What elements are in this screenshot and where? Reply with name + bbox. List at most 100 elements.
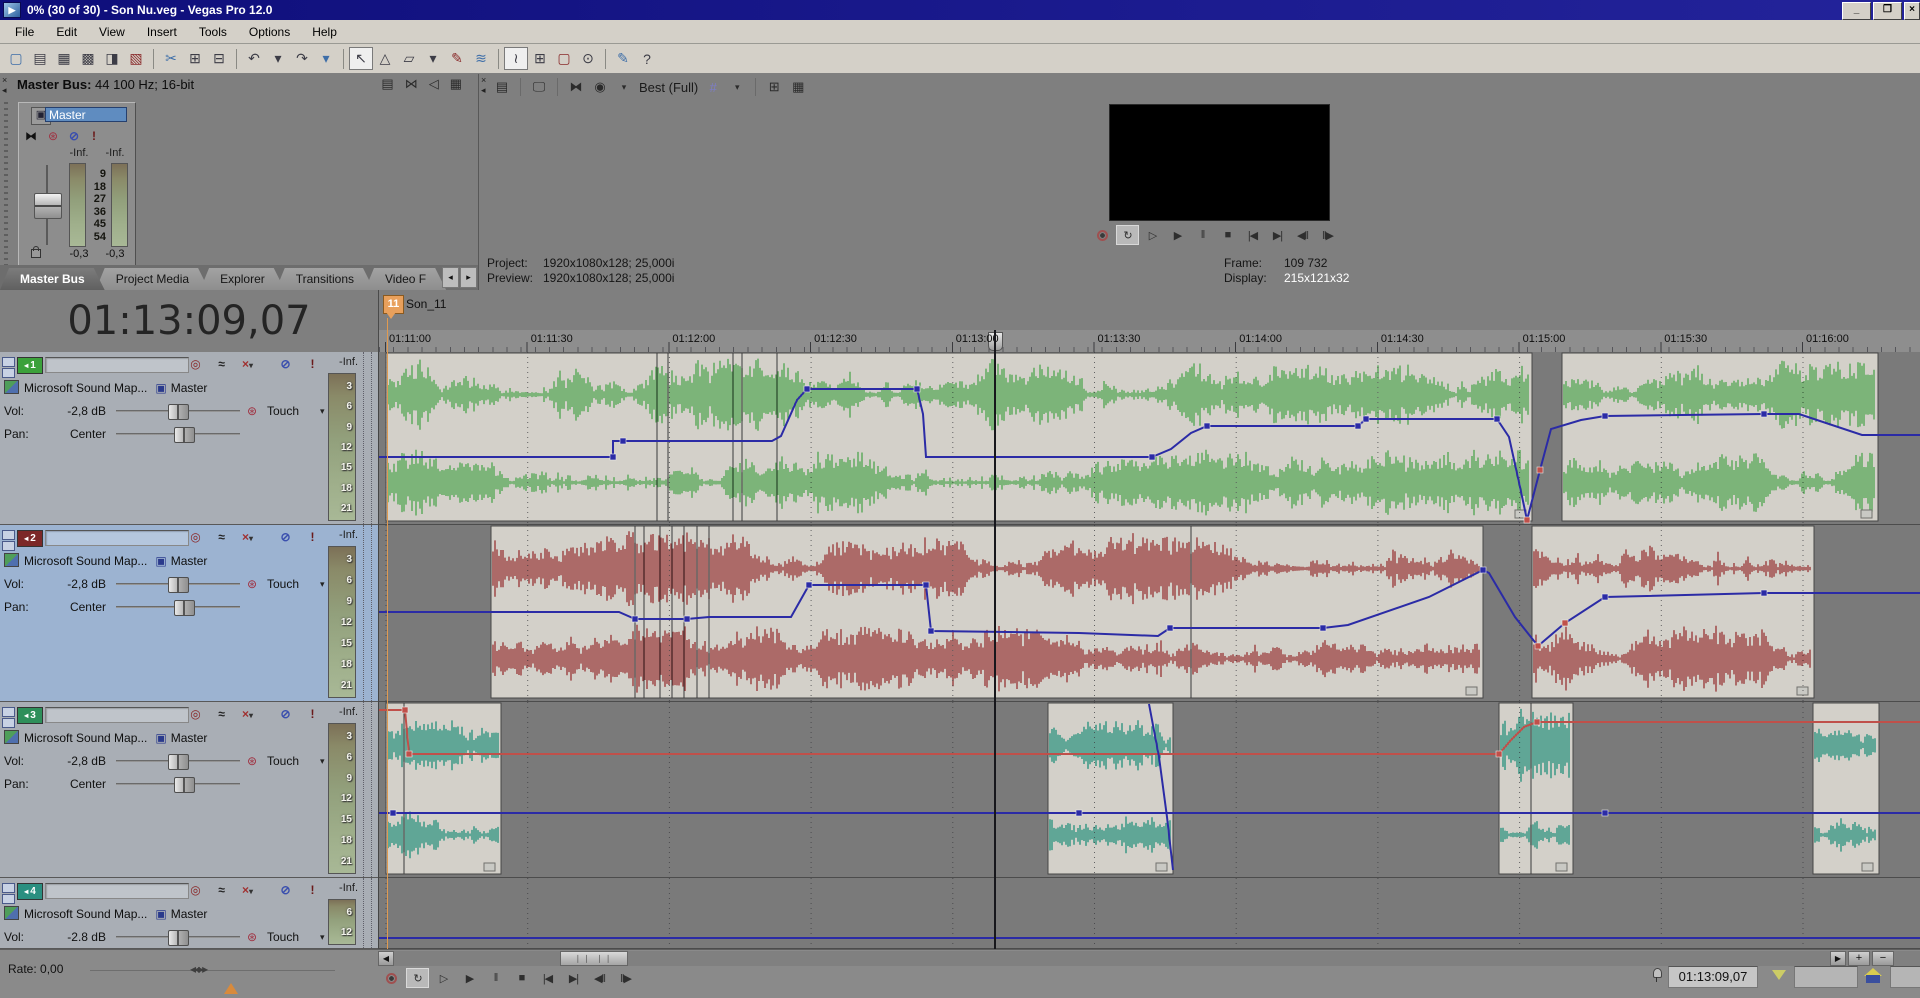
automation-settings-icon[interactable]: ⊛ [247,930,257,944]
selection-edit-dropdown-icon[interactable]: ▾ [421,47,445,70]
pen-tool-icon[interactable]: ✎ [611,47,635,70]
arm-record-button[interactable]: ◎ [186,882,205,899]
envelope-node[interactable] [1149,454,1155,460]
bus-name[interactable]: Master [171,554,208,568]
track-header-4[interactable]: ◂4 ◎ ≈ ×▾ ⊘ ! -Inf. 612 Microsoft Sound … [0,878,378,949]
selection-start-box[interactable] [1794,966,1858,988]
envelope-node[interactable] [1320,625,1326,631]
track-maximize-button[interactable] [2,894,15,904]
horizontal-scrollbar[interactable]: ◀ ❘❘ ❘❘ ▶ + − [378,951,1920,966]
arm-record-button[interactable]: ◎ [186,706,205,723]
track-minimize-button[interactable] [2,707,15,717]
envelope-node[interactable] [1602,594,1608,600]
save-project-icon[interactable]: ▦ [52,47,76,70]
audio-event[interactable] [386,703,501,874]
track-lane-canvas[interactable] [379,878,1920,948]
marker-label[interactable]: Son_11 [406,297,446,311]
scrollbar-thumb[interactable]: ❘❘ ❘❘ [560,951,628,966]
vol-value[interactable]: -2,8 dB [36,577,106,591]
track-maximize-button[interactable] [2,368,15,378]
track-lane-canvas[interactable] [379,352,1920,524]
keyframe-pin-icon[interactable] [1652,968,1661,982]
envelope-node[interactable] [804,386,810,392]
external-monitor-icon[interactable]: 🖵 [530,79,548,95]
audio-event[interactable] [1532,526,1814,698]
save-snapshot-icon[interactable]: ▦ [789,79,807,95]
edit-details-icon[interactable]: ▤ [493,79,511,95]
loop-playback-button[interactable]: ↻ [406,968,429,988]
record-button[interactable] [1091,225,1114,245]
record-button[interactable] [380,968,403,988]
automation-mode[interactable]: Touch [267,404,299,418]
master-fader[interactable] [34,193,62,219]
volume-slider-thumb[interactable] [168,577,189,593]
track-name-field[interactable] [45,883,189,899]
vol-value[interactable]: -2.8 dB [36,930,106,944]
menu-view[interactable]: View [88,22,136,42]
tab-transitions[interactable]: Transitions [276,268,374,290]
track-fx-button[interactable]: ×▾ [238,706,257,723]
audio-event[interactable] [1562,353,1878,521]
pause-button[interactable]: ‖ [484,968,507,988]
preview-quality-icon[interactable]: ◉ [591,79,609,95]
minimize-button[interactable]: _ [1842,2,1871,20]
tab-master-bus[interactable]: Master Bus [0,268,105,290]
bus-assign-icon[interactable]: ▣ [155,554,166,568]
tabs-scroll-left[interactable]: ◂ [442,267,459,288]
insert-fx-icon[interactable]: ⧓ [23,129,39,144]
go-to-end-button[interactable]: ▶| [1266,225,1289,245]
pan-slider-thumb[interactable] [174,427,195,443]
envelope-node[interactable] [928,628,934,634]
preview-quality-dropdown-icon[interactable]: ▾ [615,82,633,93]
bus-assign-icon[interactable]: ▣ [155,907,166,921]
envelope-node[interactable] [406,751,412,757]
envelope-node[interactable] [923,582,929,588]
normal-edit-tool-icon[interactable]: ↖ [349,47,373,70]
bus-name[interactable]: Master [171,731,208,745]
restore-button[interactable]: ❐ [1873,2,1902,20]
paint-events-tool-icon[interactable]: ✎ [445,47,469,70]
next-frame-button[interactable]: ‖▶ [1316,225,1339,245]
audio-event[interactable] [1499,703,1573,874]
automation-settings-icon[interactable]: ⊛ [45,129,61,144]
track-fx-button[interactable]: ×▾ [238,882,257,899]
track-minimize-button[interactable] [2,883,15,893]
close-panel-icon[interactable]: × [2,75,7,85]
track-envelope-button[interactable]: ≈ [212,529,231,546]
go-to-start-button[interactable]: |◀ [536,968,559,988]
event-fx-icon[interactable] [1156,863,1167,871]
mute-button[interactable]: ⊘ [276,882,295,899]
envelope-node[interactable] [390,810,396,816]
play-from-start-button[interactable]: ▷ [1141,225,1164,245]
track-maximize-button[interactable] [2,541,15,551]
envelope-node[interactable] [1076,810,1082,816]
envelope-node[interactable] [1535,643,1541,649]
volume-slider[interactable] [116,410,240,412]
marker-tag[interactable]: 11 [383,295,404,314]
mute-button[interactable]: ⊘ [276,356,295,373]
zoom-out-button[interactable]: − [1872,951,1894,966]
redo-icon[interactable]: ↷ [290,47,314,70]
envelope-node[interactable] [1602,413,1608,419]
master-name-field[interactable]: Master [45,107,127,122]
track-fx-button[interactable]: ×▾ [238,356,257,373]
menu-options[interactable]: Options [238,22,301,42]
menu-file[interactable]: File [4,22,45,42]
bus-assign-icon[interactable]: ▣ [155,381,166,395]
mute-button[interactable]: ⊘ [276,706,295,723]
automation-settings-icon[interactable]: ⊛ [247,577,257,591]
zoom-edit-tool-icon[interactable]: ⊙ [576,47,600,70]
menu-help[interactable]: Help [301,22,348,42]
menu-insert[interactable]: Insert [136,22,188,42]
envelope-node[interactable] [1562,620,1568,626]
time-ruler[interactable]: 01:11:0001:11:3001:12:0001:12:3001:13:00… [378,330,1920,353]
mute-button[interactable]: ⊘ [276,529,295,546]
video-output-fx-icon[interactable]: ⧓ [567,79,585,95]
pan-slider-thumb[interactable] [174,777,195,793]
pan-value[interactable]: Center [36,600,106,614]
bus-name[interactable]: Master [171,381,208,395]
go-to-start-button[interactable]: |◀ [1241,225,1264,245]
envelope-node[interactable] [1204,423,1210,429]
track-lane-2[interactable] [378,525,1920,702]
selection-end-box[interactable] [1890,966,1920,988]
